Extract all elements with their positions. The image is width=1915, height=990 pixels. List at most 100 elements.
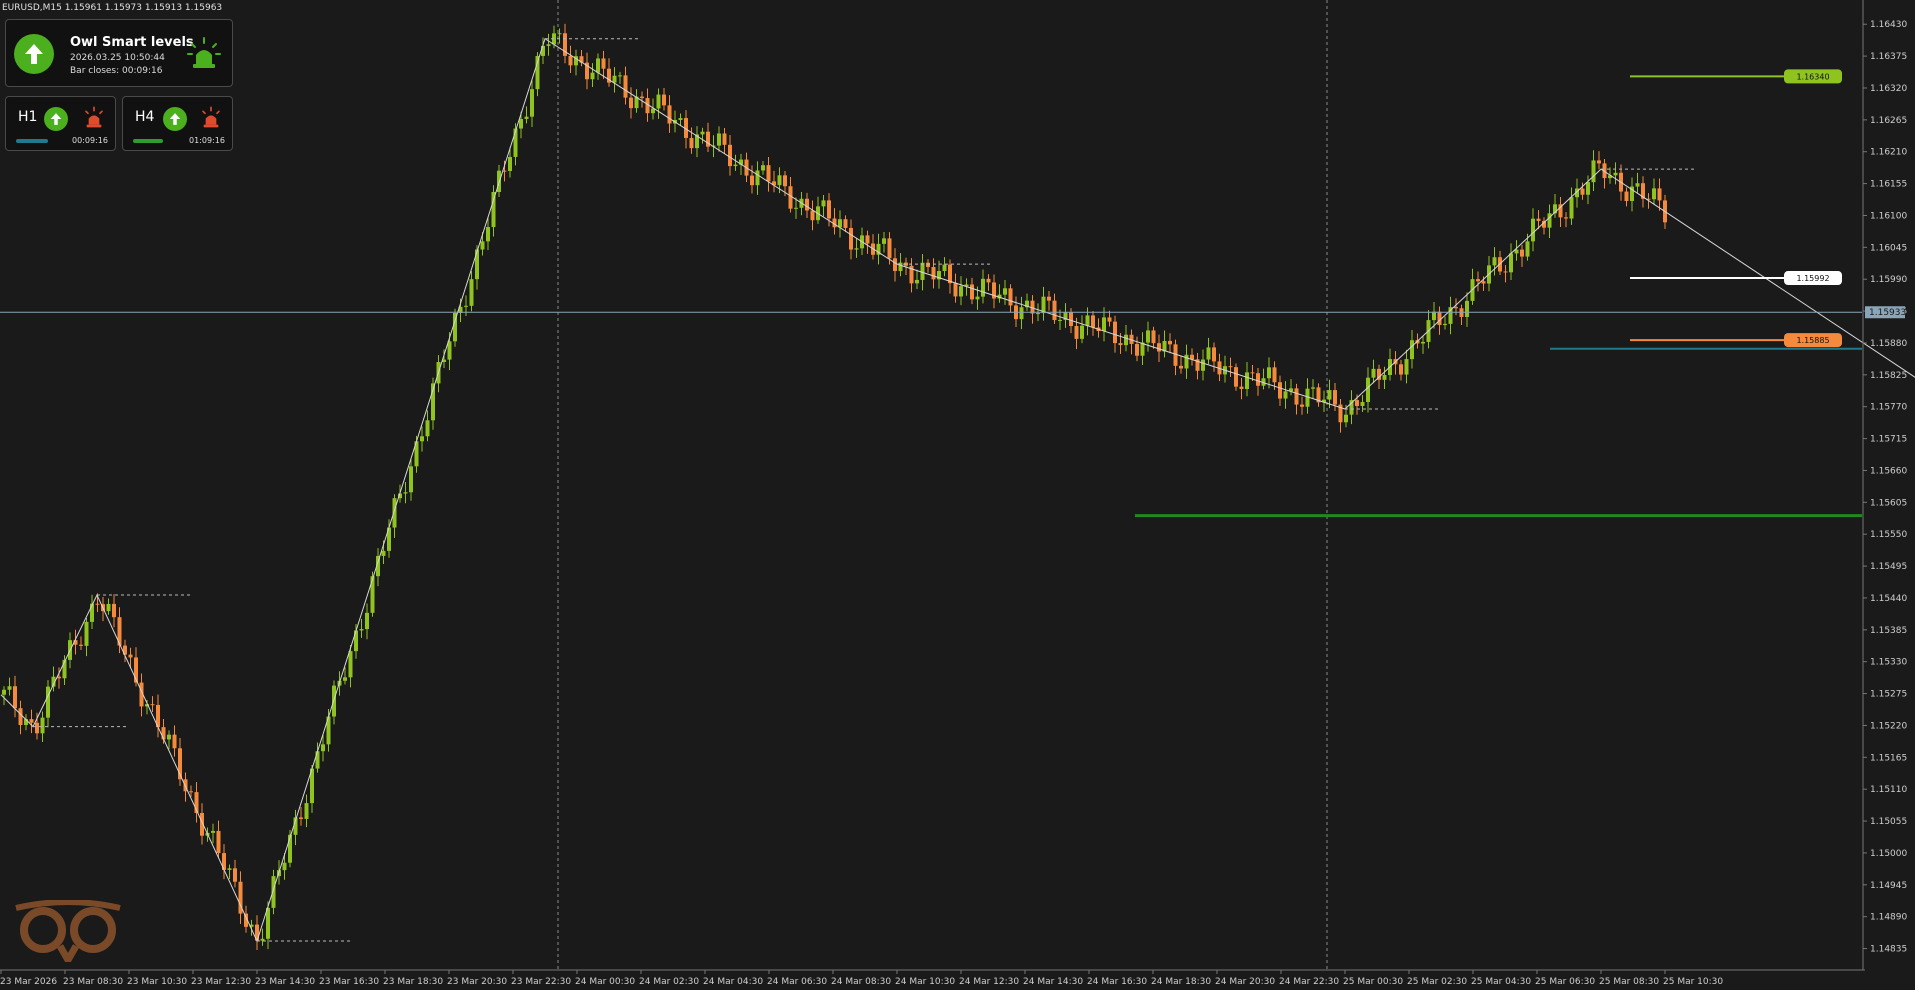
candle-body [112,603,116,618]
main-up-arrow-icon [14,34,54,74]
price-tick-label: 1.14945 [1870,881,1907,891]
candle-body [1278,382,1282,399]
candle-body [920,262,925,280]
price-tick-label: 1.15110 [1870,785,1907,795]
candle-body [1344,414,1348,423]
candle-body [1239,386,1244,389]
candle-body [7,686,12,690]
price-tick-label: 1.14835 [1870,945,1907,955]
candle-body [2,689,6,695]
price-tick-label: 1.15055 [1870,817,1907,827]
time-tick-label: 24 Mar 22:30 [1279,977,1339,987]
candle-body [1118,343,1123,346]
level-tag-label: 1.15885 [1796,336,1829,345]
candle-body [678,118,683,121]
candle-body [299,817,303,819]
time-tick-label: 25 Mar 10:30 [1663,977,1723,987]
candle-body [1036,313,1040,315]
candle-body [733,164,738,167]
candle-body [1503,271,1508,273]
indicator-datetime: 2026.03.25 10:50:44 [70,53,165,63]
candle-body [750,175,754,186]
candle-body [843,219,848,228]
candle-body [931,267,936,280]
price-tick-label: 1.15660 [1870,466,1907,476]
h1-progress-bar [16,139,48,143]
candle-body [480,241,485,250]
candle-body [359,629,364,631]
candle-body [348,651,353,678]
candle-body [381,550,386,556]
candle-body [1168,340,1172,345]
time-tick-label: 24 Mar 00:30 [575,977,635,987]
candle-body [1003,288,1007,295]
candle-body [629,97,633,109]
time-tick-label: 24 Mar 12:30 [959,977,1019,987]
candle-body [403,492,408,494]
price-tick-label: 1.15550 [1870,530,1907,540]
level-tag-label: 1.16340 [1796,72,1829,81]
time-tick-label: 23 Mar 16:30 [319,977,379,987]
price-tick-label: 1.16210 [1870,148,1907,158]
candle-body [167,734,171,740]
time-tick-label: 25 Mar 02:30 [1407,977,1467,987]
candle-body [365,612,369,630]
time-tick-label: 23 Mar 08:30 [63,977,123,987]
candle-body [794,207,798,209]
candle-body [233,868,237,882]
candle-body [568,55,573,66]
candle-body [1052,300,1057,321]
time-tick-label: 25 Mar 06:30 [1535,977,1595,987]
candle-body [1657,188,1662,201]
candle-body [689,137,694,149]
candle-body [865,235,870,244]
candle-body [370,576,375,613]
candle-body [942,264,947,272]
candle-body [1652,188,1656,200]
candle-body [1135,343,1139,356]
candle-body [546,44,551,46]
candle-body [1597,160,1601,164]
owl-logo-icon [10,899,126,968]
candle-body [343,677,347,681]
h1-panel[interactable]: H1 00:09:16 [5,96,116,151]
candle-body [260,938,265,941]
siren-on-icon[interactable] [186,36,222,72]
candle-body [1536,218,1541,221]
candle-body [29,719,34,723]
chart-header: EURUSD,M15 1.15961 1.15973 1.15913 1.159… [2,3,222,13]
time-tick-label: 24 Mar 10:30 [895,977,955,987]
h4-siren-icon[interactable] [199,106,223,130]
candle-body [1008,288,1013,306]
candle-body [508,156,512,171]
candle-body [1107,317,1112,322]
candle-body [189,791,193,793]
owl-main-panel[interactable]: Owl Smart levels 2026.03.25 10:50:44 Bar… [5,19,233,87]
candle-body [1267,367,1271,379]
candle-body [1432,311,1436,321]
time-tick-label: 25 Mar 08:30 [1599,977,1659,987]
candle-body [1256,373,1260,386]
candle-body [1564,217,1568,219]
candle-body [1327,390,1332,400]
candle-body [656,94,661,109]
candle-body [1465,300,1469,317]
h1-siren-icon[interactable] [82,106,106,130]
h4-panel[interactable]: H4 01:09:16 [122,96,233,151]
bar-closes-label: Bar closes: 00:09:16 [70,66,163,76]
candle-body [1019,307,1024,320]
price-chart[interactable]: 1.16340 1.15992 1.15885 1.16430 1.16375 1.163… [0,0,1915,990]
price-tick-label: 1.15165 [1870,753,1907,763]
price-tick-label: 1.16430 [1870,20,1907,30]
candle-body [953,283,958,297]
h1-timer: 00:09:16 [72,136,108,145]
candle-body [623,75,628,98]
candle-body [1421,341,1425,344]
candle-body [761,165,765,171]
candle-body [513,128,518,157]
candle-body [172,734,177,749]
candle-body [882,238,886,244]
level-tag-label: 1.15992 [1796,274,1829,283]
candle-body [79,644,83,646]
candle-body [1294,388,1299,405]
